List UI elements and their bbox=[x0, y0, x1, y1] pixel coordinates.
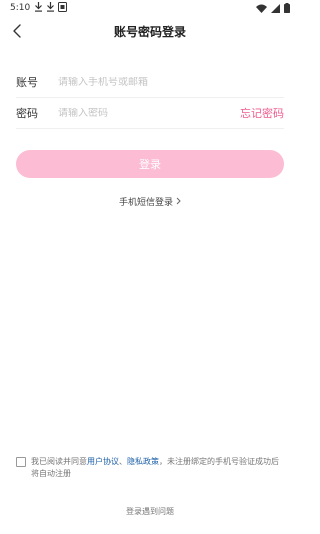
sms-login-link[interactable]: 手机短信登录 bbox=[0, 195, 300, 208]
download-icon bbox=[34, 2, 43, 12]
password-row: 密码 忘记密码 bbox=[16, 98, 284, 129]
agreement-separator: 、 bbox=[119, 457, 127, 466]
chevron-right-icon bbox=[176, 197, 181, 208]
agreement-prefix: 我已阅读并同意 bbox=[31, 457, 87, 466]
page-title: 账号密码登录 bbox=[113, 25, 186, 39]
login-trouble-link[interactable]: 登录遇到问题 bbox=[0, 506, 300, 517]
privacy-policy-link[interactable]: 隐私政策 bbox=[127, 457, 159, 466]
account-label: 账号 bbox=[16, 76, 38, 89]
wifi-icon bbox=[256, 4, 267, 16]
login-screen: 5:10 账号密码登录 账号 请输入手机号或邮箱 密码 忘记密码 登录 手机短信… bbox=[0, 0, 300, 534]
status-system-icons bbox=[256, 3, 290, 16]
status-notification-icons bbox=[34, 2, 67, 12]
login-button[interactable]: 登录 bbox=[16, 150, 284, 178]
battery-icon bbox=[284, 3, 290, 16]
agreement-text: 我已阅读并同意用户协议、隐私政策，未注册绑定的手机号验证成功后将自动注册 bbox=[31, 456, 284, 480]
account-row: 账号 bbox=[16, 67, 284, 98]
sms-login-label: 手机短信登录 bbox=[118, 198, 173, 208]
status-bar: 5:10 bbox=[0, 0, 300, 18]
header: 账号密码登录 bbox=[0, 18, 300, 44]
download-icon bbox=[46, 2, 55, 12]
password-input[interactable] bbox=[58, 107, 240, 119]
status-time: 5:10 bbox=[10, 3, 31, 13]
account-input[interactable] bbox=[58, 76, 284, 88]
agreement: 我已阅读并同意用户协议、隐私政策，未注册绑定的手机号验证成功后将自动注册 bbox=[16, 456, 284, 480]
forgot-password-link[interactable]: 忘记密码 bbox=[240, 105, 284, 121]
signal-icon bbox=[271, 3, 280, 16]
password-label: 密码 bbox=[16, 107, 38, 120]
notification-icon bbox=[58, 2, 67, 12]
user-agreement-link[interactable]: 用户协议 bbox=[87, 457, 119, 466]
agreement-checkbox[interactable] bbox=[16, 457, 26, 467]
